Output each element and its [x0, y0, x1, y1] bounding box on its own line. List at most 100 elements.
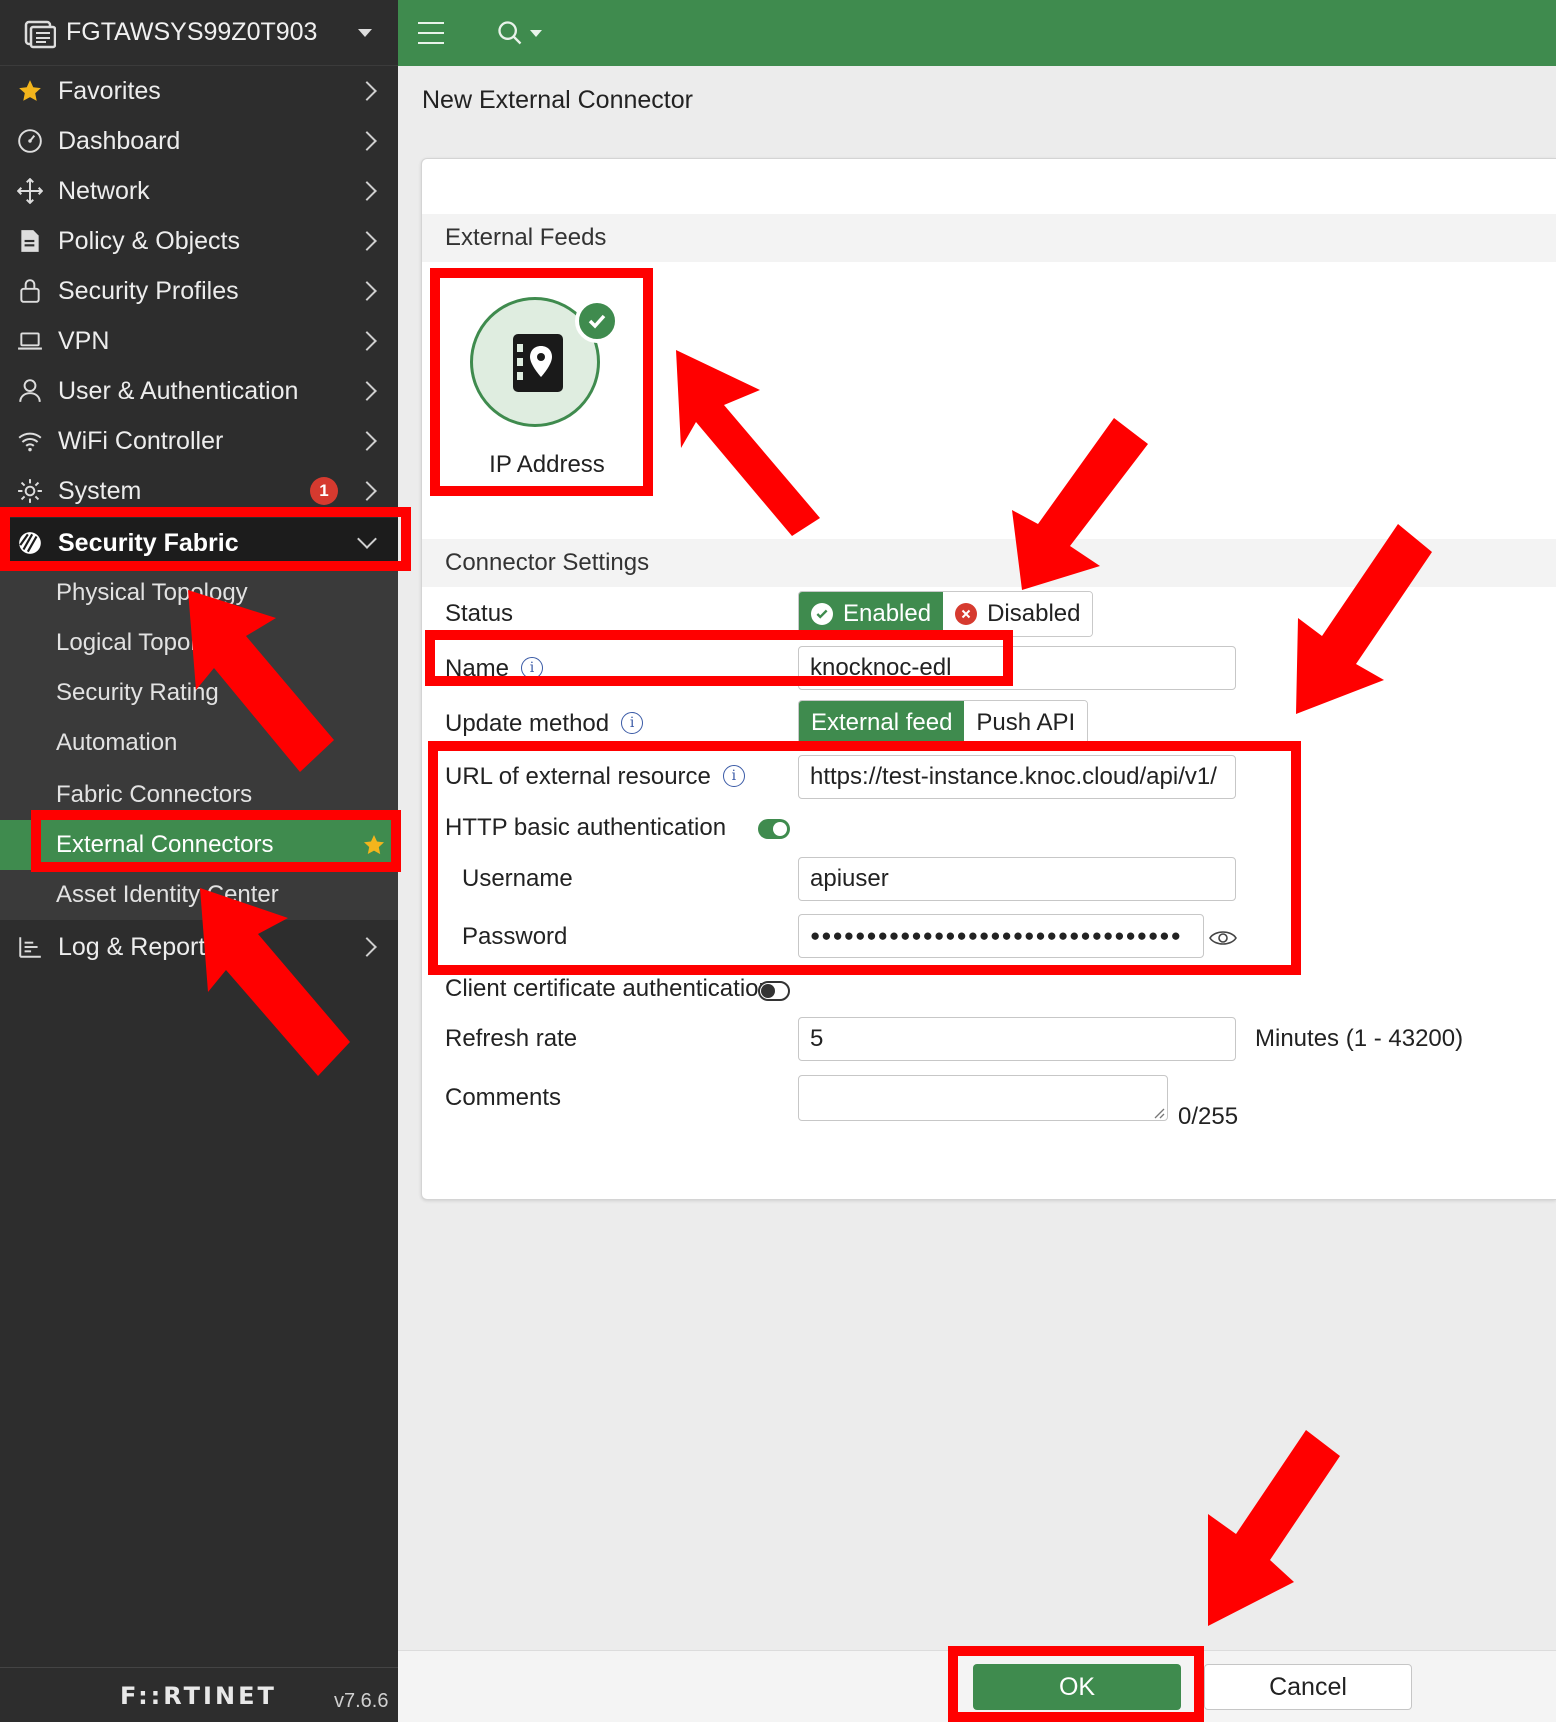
sidebar-subitem-logical-topology[interactable]: Logical Topology [0, 618, 398, 668]
status-enabled-label: Enabled [843, 600, 932, 627]
sidebar-item-label: System [58, 476, 142, 505]
sidebar-item-label: Security Fabric [58, 528, 239, 557]
gear-icon [16, 477, 44, 505]
sidebar-item-favorites[interactable]: Favorites [0, 66, 398, 116]
device-name: FGTAWSYS99Z0T903 [66, 18, 318, 46]
sidebar-subitem-automation[interactable]: Automation [0, 718, 398, 768]
notification-badge: 1 [310, 477, 338, 505]
update-method-push-api[interactable]: Push API [964, 701, 1088, 745]
info-icon[interactable]: i [621, 711, 644, 734]
page-title: New External Connector [422, 86, 693, 114]
sidebar: FGTAWSYS99Z0T903 Favorites Dashboard Net… [0, 0, 398, 1722]
top-bar [398, 0, 1556, 66]
sidebar-subitem-security-rating[interactable]: Security Rating [0, 668, 398, 718]
sidebar-footer: F::RTINET v7.6.6 [0, 1667, 398, 1722]
sidebar-item-label: VPN [58, 326, 110, 355]
external-feeds-heading: External Feeds [422, 214, 1556, 262]
username-input[interactable]: apiuser [798, 857, 1236, 901]
status-toggle: Enabled Disabled [798, 591, 1094, 637]
feed-card-label: IP Address [489, 451, 605, 478]
policy-icon [16, 227, 44, 255]
laptop-icon [16, 327, 44, 355]
sidebar-item-label: Favorites [58, 76, 161, 105]
sidebar-item-policy-objects[interactable]: Policy & Objects [0, 216, 398, 266]
check-icon [575, 299, 619, 343]
update-method-label-text: Update method [445, 710, 610, 737]
sidebar-item-user-authentication[interactable]: User & Authentication [0, 366, 398, 416]
sidebar-item-vpn[interactable]: VPN [0, 316, 398, 366]
chevron-right-icon [357, 181, 377, 201]
favorite-star-icon[interactable] [362, 833, 386, 857]
refresh-rate-label: Refresh rate [445, 1025, 578, 1052]
http-basic-auth-label: HTTP basic authentication [445, 814, 727, 841]
wifi-icon [16, 427, 44, 455]
sidebar-subitem-asset-identity-center[interactable]: Asset Identity Center [0, 870, 398, 920]
sidebar-item-label: User & Authentication [58, 376, 299, 405]
sidebar-item-wifi-controller[interactable]: WiFi Controller [0, 416, 398, 466]
http-basic-auth-toggle[interactable] [758, 819, 790, 839]
url-input[interactable]: https://test-instance.knoc.cloud/api/v1/ [798, 755, 1236, 799]
search-button[interactable] [496, 19, 542, 47]
update-method-external-feed[interactable]: External feed [799, 701, 965, 745]
x-circle-icon [955, 603, 978, 625]
refresh-rate-input[interactable]: 5 [798, 1017, 1236, 1061]
sidebar-subitem-label: External Connectors [56, 831, 274, 858]
user-icon [16, 377, 44, 405]
eye-icon[interactable] [1208, 927, 1238, 949]
url-label: URL of external resource i [445, 763, 745, 791]
comments-label: Comments [445, 1084, 562, 1111]
lock-icon [16, 277, 44, 305]
status-disabled-label: Disabled [987, 600, 1081, 627]
username-label: Username [462, 865, 573, 892]
name-label-text: Name [445, 655, 510, 682]
sidebar-item-label: Log & Report [58, 932, 206, 961]
check-circle-icon [811, 603, 833, 625]
sidebar-item-security-fabric[interactable]: Security Fabric [0, 518, 398, 568]
chevron-right-icon [357, 281, 377, 301]
sidebar-item-security-profiles[interactable]: Security Profiles [0, 266, 398, 316]
ip-address-feed-card[interactable]: IP Address [452, 279, 642, 479]
version-label: v7.6.6 [334, 1690, 389, 1712]
comments-textarea[interactable] [798, 1075, 1168, 1121]
sidebar-item-dashboard[interactable]: Dashboard [0, 116, 398, 166]
chevron-right-icon [357, 381, 377, 401]
comments-counter: 0/255 [1178, 1103, 1239, 1130]
refresh-rate-hint: Minutes (1 - 43200) [1255, 1025, 1464, 1052]
sidebar-subitem-fabric-connectors[interactable]: Fabric Connectors [0, 770, 398, 820]
password-label: Password [462, 923, 568, 950]
info-icon[interactable]: i [521, 656, 544, 679]
chevron-right-icon [357, 81, 377, 101]
sidebar-item-log-report[interactable]: Log & Report [0, 922, 398, 972]
sidebar-item-label: Dashboard [58, 126, 181, 155]
star-icon [16, 77, 44, 105]
status-enabled-option[interactable]: Enabled [799, 592, 944, 636]
sidebar-subitem-external-connectors[interactable]: External Connectors [0, 820, 398, 870]
fabric-icon [16, 529, 44, 557]
chevron-down-icon [530, 29, 542, 37]
sidebar-item-label: Policy & Objects [58, 226, 241, 255]
sidebar-item-label: Security Profiles [58, 276, 239, 305]
status-disabled-option[interactable]: Disabled [943, 592, 1093, 636]
sidebar-item-system[interactable]: System 1 [0, 466, 398, 516]
client-cert-label: Client certificate authentication [445, 975, 772, 1002]
info-icon[interactable]: i [722, 764, 745, 787]
client-cert-toggle[interactable] [758, 981, 790, 1001]
device-icon [24, 20, 56, 48]
update-method-toggle: External feed Push API [798, 700, 1089, 746]
chevron-right-icon [357, 937, 377, 957]
sidebar-item-network[interactable]: Network [0, 166, 398, 216]
ok-button[interactable]: OK [973, 1664, 1181, 1710]
resize-handle-icon[interactable] [1153, 1107, 1165, 1119]
name-input[interactable]: knocknoc-edl [798, 646, 1236, 690]
sidebar-item-label: WiFi Controller [58, 426, 224, 455]
main-content: New External Connector External Feeds IP… [398, 66, 1556, 1650]
sidebar-subitem-physical-topology[interactable]: Physical Topology [0, 568, 398, 618]
password-input[interactable]: ●●●●●●●●●●●●●●●●●●●●●●●●●●●●●●●●● [798, 914, 1204, 958]
menu-icon[interactable] [418, 22, 444, 44]
cancel-button[interactable]: Cancel [1204, 1664, 1412, 1710]
chevron-right-icon [357, 231, 377, 251]
connector-form-panel: External Feeds IP Address Connector Sett… [421, 158, 1556, 1200]
chevron-down-icon[interactable] [358, 28, 372, 37]
search-icon [498, 21, 522, 45]
device-selector[interactable]: FGTAWSYS99Z0T903 [0, 0, 398, 66]
